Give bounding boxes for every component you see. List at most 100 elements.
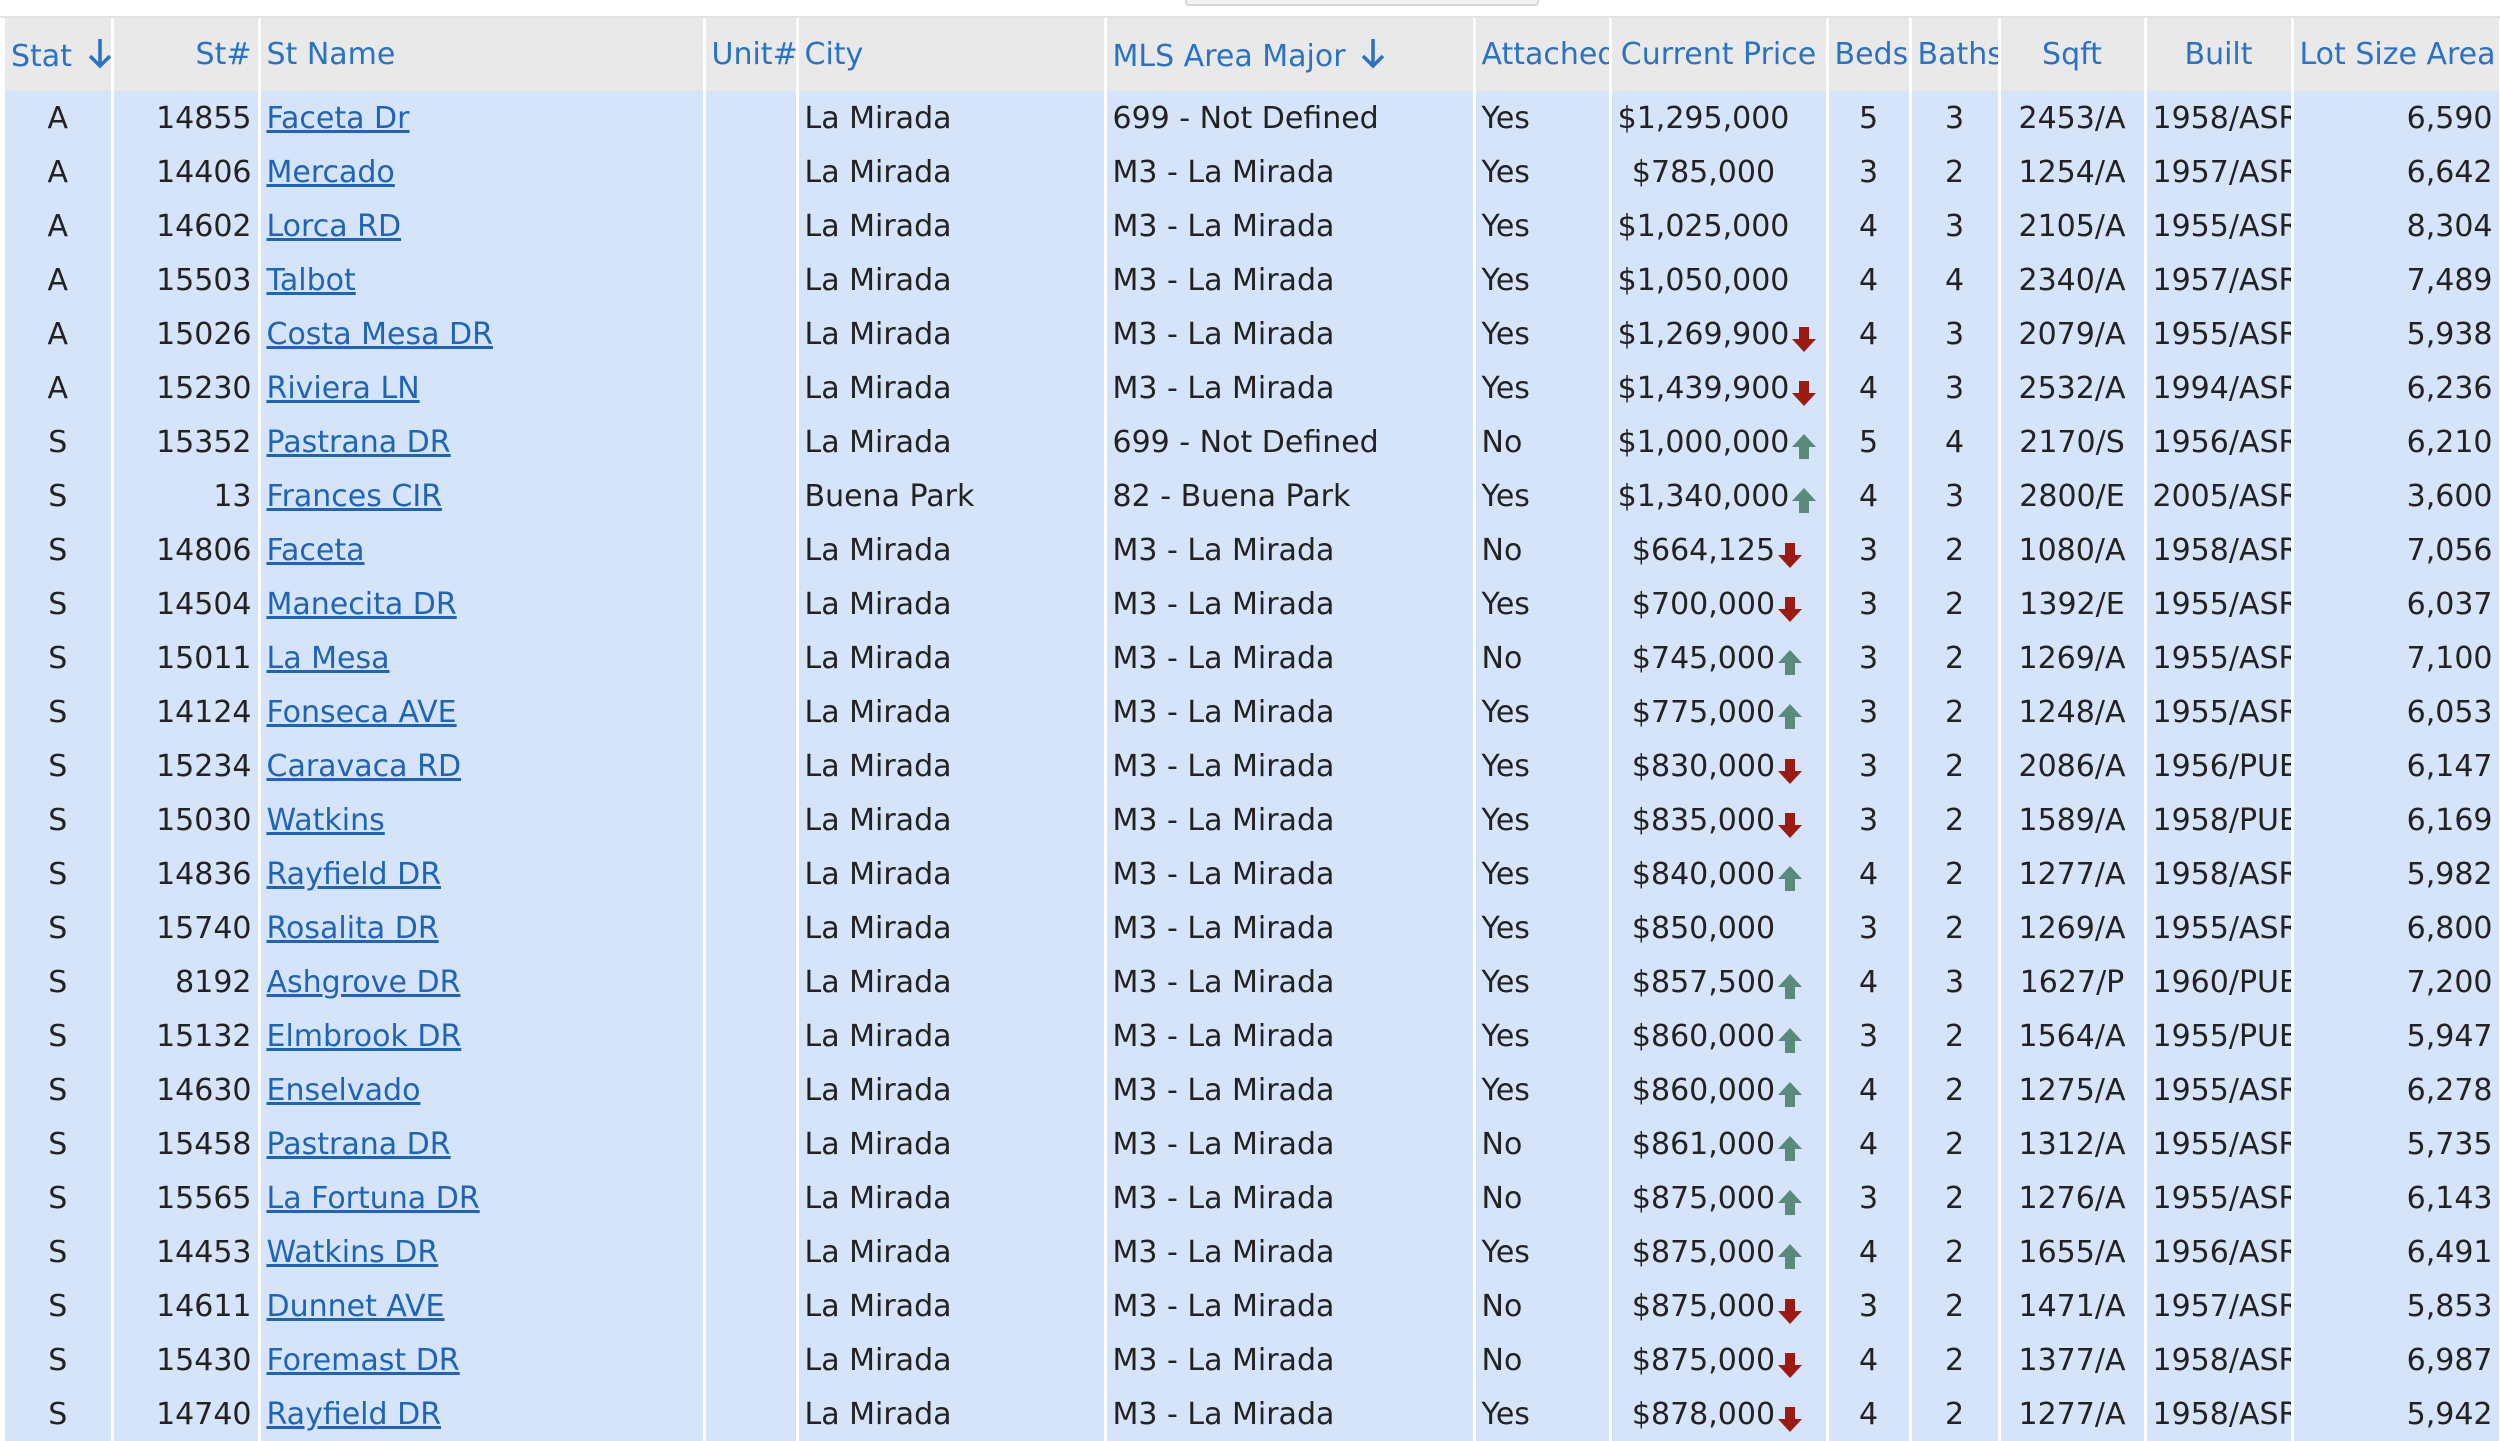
- street-name-link[interactable]: Manecita DR: [267, 587, 457, 622]
- cell-built: 1958/ASR: [2145, 523, 2294, 577]
- cell-beds: 4: [1827, 1333, 1912, 1387]
- cell-stat: S: [5, 1279, 114, 1333]
- cell-street-number: 13: [112, 469, 261, 523]
- cell-baths: 2: [1910, 1225, 2001, 1279]
- table-row[interactable]: S 15740 Rosalita DR La Mirada M3 - La Mirada…: [5, 901, 2500, 955]
- cell-baths: 3: [1910, 91, 2001, 145]
- cell-stat: S: [5, 793, 114, 847]
- cell-street-name: Fonseca AVE: [259, 685, 706, 739]
- cell-baths: 2: [1910, 1279, 2001, 1333]
- street-name-link[interactable]: Elmbrook DR: [267, 1019, 462, 1054]
- table-row[interactable]: S 15011 La Mesa La Mirada M3 - La Mirada No $7…: [5, 631, 2500, 685]
- cell-lot-size: 6,210: [2292, 415, 2500, 469]
- cell-street-number: 14740: [112, 1387, 261, 1441]
- price-wrapper: $878,000: [1632, 1397, 1805, 1432]
- price-value: $700,000: [1631, 586, 1776, 622]
- col-header-unit[interactable]: Unit#: [704, 18, 799, 91]
- street-name-link[interactable]: Enselvado: [267, 1073, 421, 1108]
- table-row[interactable]: A 15503 Talbot La Mirada M3 - La Mirada Yes $1…: [5, 253, 2500, 307]
- cell-baths: 2: [1910, 1117, 2001, 1171]
- table-row[interactable]: S 14504 Manecita DR La Mirada M3 - La Mirada…: [5, 577, 2500, 631]
- street-name-link[interactable]: Rayfield DR: [267, 1397, 442, 1432]
- table-row[interactable]: S 14630 Enselvado La Mirada M3 - La Mirada Ye…: [5, 1063, 2500, 1117]
- cell-baths: 3: [1910, 361, 2001, 415]
- col-header-city[interactable]: City: [797, 18, 1107, 91]
- street-name-link[interactable]: Lorca RD: [267, 209, 402, 244]
- street-name-link[interactable]: Talbot: [267, 263, 356, 298]
- table-row[interactable]: S 14453 Watkins DR La Mirada M3 - La Mirada Y…: [5, 1225, 2500, 1279]
- cell-beds: 4: [1827, 1225, 1912, 1279]
- street-name-link[interactable]: Mercado: [267, 155, 395, 190]
- street-name-link[interactable]: Faceta Dr: [267, 101, 410, 136]
- col-header-attached[interactable]: Attached: [1474, 18, 1612, 91]
- table-row[interactable]: S 15458 Pastrana DR La Mirada M3 - La Mirada…: [5, 1117, 2500, 1171]
- cell-stat: S: [5, 847, 114, 901]
- cell-baths: 2: [1910, 1333, 2001, 1387]
- street-name-link[interactable]: Pastrana DR: [267, 425, 451, 460]
- street-name-link[interactable]: La Mesa: [267, 641, 390, 676]
- street-name-link[interactable]: Watkins: [267, 803, 385, 838]
- col-header-built[interactable]: Built: [2145, 18, 2294, 91]
- street-name-link[interactable]: Caravaca RD: [267, 749, 462, 784]
- street-name-link[interactable]: La Fortuna DR: [267, 1181, 480, 1216]
- cell-built: 1956/ASR: [2145, 1225, 2294, 1279]
- street-name-link[interactable]: Rayfield DR: [267, 857, 442, 892]
- street-name-link[interactable]: Frances CIR: [267, 479, 443, 514]
- table-row[interactable]: S 15132 Elmbrook DR La Mirada M3 - La Mirada…: [5, 1009, 2500, 1063]
- col-header-stname[interactable]: St Name: [259, 18, 706, 91]
- horizontal-scroll-handle[interactable]: [1185, 0, 1539, 6]
- cell-unit: [704, 523, 799, 577]
- col-header-beds[interactable]: Beds: [1827, 18, 1912, 91]
- table-row[interactable]: S 15565 La Fortuna DR La Mirada M3 - La Mira…: [5, 1171, 2500, 1225]
- street-name-link[interactable]: Foremast DR: [267, 1343, 460, 1378]
- street-name-link[interactable]: Ashgrove DR: [267, 965, 461, 1000]
- table-row[interactable]: A 14855 Faceta Dr La Mirada 699 - Not Define…: [5, 91, 2500, 145]
- table-row[interactable]: A 15026 Costa Mesa DR La Mirada M3 - La Mira…: [5, 307, 2500, 361]
- cell-beds: 5: [1827, 415, 1912, 469]
- street-name-link[interactable]: Costa Mesa DR: [267, 317, 493, 352]
- col-header-stat[interactable]: Stat: [5, 18, 114, 91]
- street-name-link[interactable]: Watkins DR: [267, 1235, 439, 1270]
- col-header-mls-area[interactable]: MLS Area Major: [1105, 18, 1476, 91]
- table-row[interactable]: S 14740 Rayfield DR La Mirada M3 - La Mirada…: [5, 1387, 2500, 1441]
- cell-sqft: 1276/A: [1999, 1171, 2147, 1225]
- street-name-link[interactable]: Rosalita DR: [267, 911, 439, 946]
- table-row[interactable]: S 8192 Ashgrove DR La Mirada M3 - La Mirada Y…: [5, 955, 2500, 1009]
- col-header-lot[interactable]: Lot Size Area: [2292, 18, 2500, 91]
- col-header-stnum[interactable]: St#: [112, 18, 261, 91]
- table-row[interactable]: A 14602 Lorca RD La Mirada M3 - La Mirada Yes…: [5, 199, 2500, 253]
- cell-stat: S: [5, 577, 114, 631]
- cell-attached: Yes: [1474, 253, 1612, 307]
- table-row[interactable]: S 15430 Foremast DR La Mirada M3 - La Mirada…: [5, 1333, 2500, 1387]
- cell-city: La Mirada: [797, 145, 1107, 199]
- table-row[interactable]: S 14806 Faceta La Mirada M3 - La Mirada No $66…: [5, 523, 2500, 577]
- table-row[interactable]: S 14611 Dunnet AVE La Mirada M3 - La Mirada N…: [5, 1279, 2500, 1333]
- street-name-link[interactable]: Dunnet AVE: [267, 1289, 445, 1324]
- street-name-link[interactable]: Faceta: [267, 533, 365, 568]
- street-name-link[interactable]: Riviera LN: [267, 371, 420, 406]
- col-header-baths[interactable]: Baths: [1910, 18, 2001, 91]
- col-header-sqft[interactable]: Sqft: [1999, 18, 2147, 91]
- cell-unit: [704, 1333, 799, 1387]
- table-row[interactable]: S 13 Frances CIR Buena Park 82 - Buena Park Y…: [5, 469, 2500, 523]
- price-wrapper: $840,000: [1632, 857, 1805, 892]
- col-header-price[interactable]: Current Price: [1610, 18, 1829, 91]
- table-row[interactable]: S 15352 Pastrana DR La Mirada 699 - Not Defi…: [5, 415, 2500, 469]
- table-row[interactable]: A 15230 Riviera LN La Mirada M3 - La Mirada Y…: [5, 361, 2500, 415]
- table-row[interactable]: S 15030 Watkins La Mirada M3 - La Mirada Yes $…: [5, 793, 2500, 847]
- price-up-arrow-icon: [1792, 433, 1817, 459]
- table-row[interactable]: S 14124 Fonseca AVE La Mirada M3 - La Mirada…: [5, 685, 2500, 739]
- cell-built: 1955/PUB: [2145, 1009, 2294, 1063]
- table-row[interactable]: S 14836 Rayfield DR La Mirada M3 - La Mirada…: [5, 847, 2500, 901]
- cell-city: La Mirada: [797, 685, 1107, 739]
- cell-baths: 2: [1910, 631, 2001, 685]
- table-row[interactable]: S 15234 Caravaca RD La Mirada M3 - La Mirada…: [5, 739, 2500, 793]
- price-value: $878,000: [1631, 1396, 1776, 1432]
- street-name-link[interactable]: Fonseca AVE: [267, 695, 457, 730]
- street-name-link[interactable]: Pastrana DR: [267, 1127, 451, 1162]
- table-row[interactable]: A 14406 Mercado La Mirada M3 - La Mirada Yes $…: [5, 145, 2500, 199]
- cell-mls-area: M3 - La Mirada: [1105, 1387, 1476, 1441]
- cell-street-name: Costa Mesa DR: [259, 307, 706, 361]
- price-up-arrow-icon: [1778, 973, 1803, 999]
- cell-street-number: 15430: [112, 1333, 261, 1387]
